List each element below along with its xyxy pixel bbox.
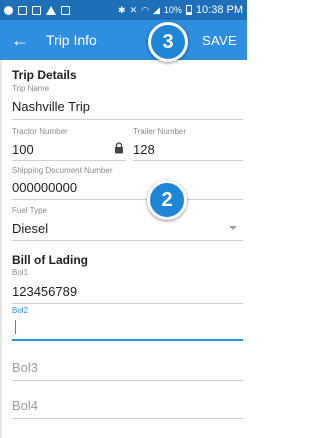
lock-icon xyxy=(115,142,123,154)
calendar-icon xyxy=(61,5,70,15)
image-icon xyxy=(18,5,27,15)
shipping-document-underline xyxy=(12,199,243,200)
tractor-number-underline xyxy=(12,160,126,161)
trip-name-label: Trip Name xyxy=(12,84,50,93)
fuel-type-select[interactable]: Diesel xyxy=(12,221,48,236)
step-badge-3: 3 xyxy=(148,22,188,62)
app-bar: ← Trip Info SAVE xyxy=(0,20,247,60)
bill-of-lading-heading: Bill of Lading xyxy=(12,253,88,267)
tractor-number-label: Tractor Number xyxy=(12,127,68,136)
fuel-type-underline xyxy=(12,240,243,241)
step-badge-2: 2 xyxy=(147,180,187,220)
fuel-type-label: Fuel Type xyxy=(12,206,47,215)
tractor-number-field[interactable]: 100 xyxy=(12,142,34,157)
mute-icon: ✕ xyxy=(129,4,138,15)
notification-icons xyxy=(4,5,70,15)
bol2-text-cursor xyxy=(15,320,16,334)
arrow-left-icon: ← xyxy=(11,29,29,50)
bol2-field[interactable] xyxy=(12,339,243,341)
status-bar: ✱ ✕ ◠ ◢ 10% 10:38 PM xyxy=(0,0,247,20)
bol1-underline xyxy=(12,303,243,304)
trailer-number-underline xyxy=(133,160,243,161)
left-edge xyxy=(0,60,2,438)
trailer-number-label: Trailer Number xyxy=(133,127,187,136)
bol1-field[interactable]: 123456789 xyxy=(12,284,77,299)
system-icons: ✱ ✕ ◠ ◢ 10% 10:38 PM xyxy=(118,4,243,16)
clock: 10:38 PM xyxy=(195,4,243,16)
bol2-label: Bol2 xyxy=(12,306,29,315)
bol3-field[interactable]: Bol3 xyxy=(12,360,38,375)
page-title: Trip Info xyxy=(46,32,97,48)
trip-name-field[interactable]: Nashville Trip xyxy=(12,99,90,114)
notification-dot-icon xyxy=(4,5,13,15)
save-button[interactable]: SAVE xyxy=(202,20,237,60)
signal-icon: ◢ xyxy=(152,4,160,15)
chevron-down-icon[interactable] xyxy=(229,226,237,230)
battery-percent: 10% xyxy=(163,5,182,15)
trip-name-underline xyxy=(12,119,243,120)
shipping-document-field[interactable]: 000000000 xyxy=(12,180,77,195)
trailer-number-field[interactable]: 128 xyxy=(133,142,155,157)
battery-icon xyxy=(185,5,192,15)
bol4-underline xyxy=(12,418,243,419)
screen-icon xyxy=(32,5,41,15)
wifi-icon: ◠ xyxy=(141,4,149,15)
bol4-field[interactable]: Bol4 xyxy=(12,398,38,413)
bol3-underline xyxy=(12,380,243,381)
back-button[interactable]: ← xyxy=(0,20,40,60)
bol1-label: Bol1 xyxy=(12,268,29,277)
warning-icon xyxy=(46,5,56,15)
bluetooth-icon: ✱ xyxy=(118,4,126,15)
shipping-document-label: Shipping Document Number xyxy=(12,166,113,175)
trip-details-heading: Trip Details xyxy=(12,68,77,82)
